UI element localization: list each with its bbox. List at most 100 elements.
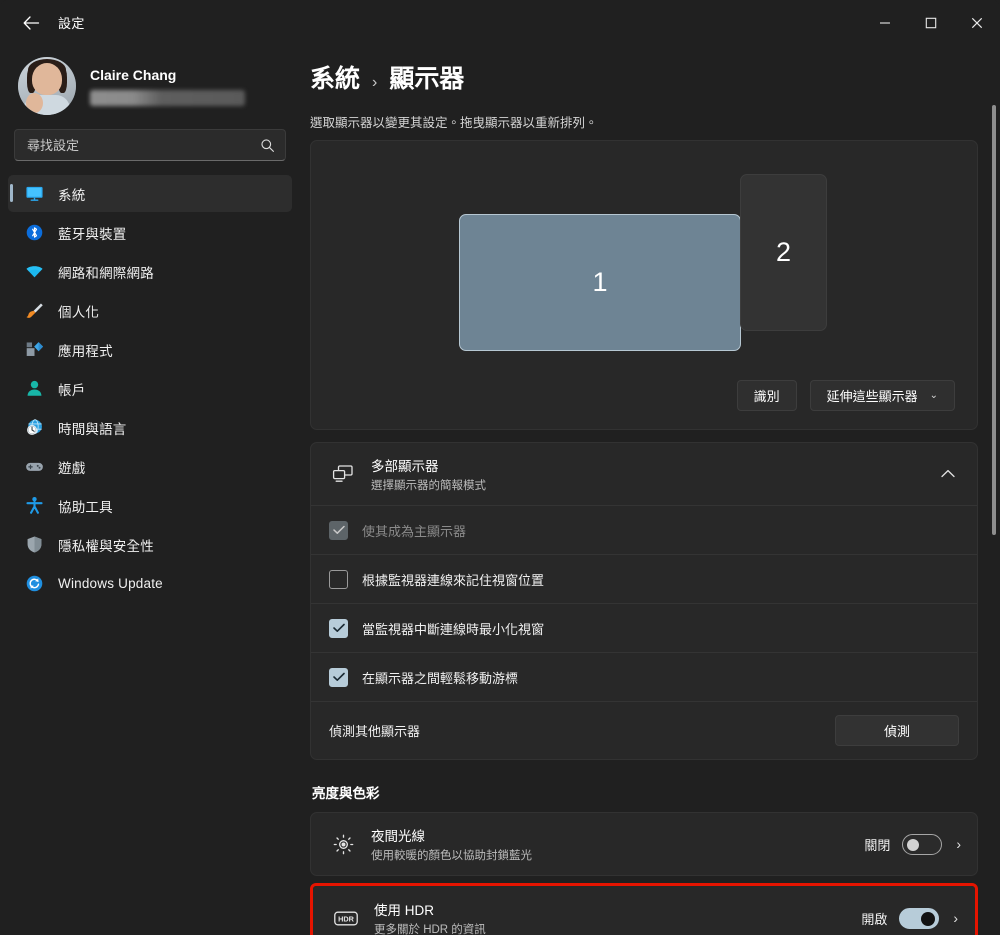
night-light-toggle[interactable] <box>902 834 942 855</box>
close-button[interactable] <box>954 0 1000 45</box>
title-bar: 設定 <box>0 0 1000 45</box>
monitor-1[interactable]: 1 <box>459 214 741 351</box>
detect-other-displays-label: 偵測其他顯示器 <box>329 721 420 740</box>
apps-icon <box>24 340 44 360</box>
sidebar-item-time-language[interactable]: 時間與語言 <box>8 409 292 446</box>
checkbox-label: 當監視器中斷連線時最小化視窗 <box>362 619 544 638</box>
sidebar-item-bluetooth-devices[interactable]: 藍牙與裝置 <box>8 214 292 251</box>
clock-globe-icon <box>24 418 44 438</box>
system-monitor-icon <box>24 184 44 204</box>
checkbox-row-minimize-on-disconnect[interactable]: 當監視器中斷連線時最小化視窗 <box>311 603 977 652</box>
checkbox-make-main-display <box>329 521 348 540</box>
update-refresh-icon <box>24 574 44 594</box>
shield-icon <box>24 535 44 555</box>
search-icon <box>260 138 275 153</box>
night-light-card: 夜間光線 使用較暖的顏色以協助封鎖藍光 關閉 › <box>310 812 978 876</box>
sidebar-item-gaming[interactable]: 遊戲 <box>8 448 292 485</box>
sidebar-item-network-internet[interactable]: 網路和網際網路 <box>8 253 292 290</box>
display-arrangement-canvas[interactable]: 1 2 識別 延伸這些顯示器 ⌄ <box>310 140 978 430</box>
sidebar-item-apps[interactable]: 應用程式 <box>8 331 292 368</box>
sidebar-item-label: Windows Update <box>58 576 163 591</box>
page-title: 顯示器 <box>389 59 464 95</box>
sidebar: Claire Chang <box>0 45 300 935</box>
sidebar-item-windows-update[interactable]: Windows Update <box>8 565 292 602</box>
sidebar-item-label: 系統 <box>58 184 85 204</box>
sidebar-item-label: 協助工具 <box>58 496 113 516</box>
chevron-down-icon: ⌄ <box>930 390 938 401</box>
search-input[interactable] <box>27 138 260 153</box>
multiple-displays-subtitle: 選擇顯示器的簡報模式 <box>371 477 941 493</box>
checkbox-remember-window-locations[interactable] <box>329 570 348 589</box>
checkbox-minimize-on-disconnect[interactable] <box>329 619 348 638</box>
multiple-displays-title: 多部顯示器 <box>371 455 941 475</box>
night-light-row[interactable]: 夜間光線 使用較暖的顏色以協助封鎖藍光 關閉 › <box>311 813 977 875</box>
detect-button[interactable]: 偵測 <box>835 715 959 746</box>
sidebar-item-label: 個人化 <box>58 301 99 321</box>
main-content: 系統 › 顯示器 選取顯示器以變更其設定。拖曳顯示器以重新排列。 1 2 識別 … <box>300 45 1000 935</box>
checkbox-label: 根據監視器連線來記住視窗位置 <box>362 570 544 589</box>
checkbox-label: 使其成為主顯示器 <box>362 521 466 540</box>
back-button[interactable] <box>14 8 48 38</box>
sidebar-item-label: 應用程式 <box>58 340 113 360</box>
chevron-right-icon[interactable]: › <box>956 836 961 852</box>
checkbox-ease-cursor-movement[interactable] <box>329 668 348 687</box>
brightness-color-heading: 亮度與色彩 <box>312 782 978 802</box>
accessibility-icon <box>24 496 44 516</box>
profile-email-redacted <box>90 90 245 106</box>
wifi-icon <box>24 262 44 282</box>
use-hdr-state: 開啟 <box>861 909 887 928</box>
detect-other-displays-row: 偵測其他顯示器 偵測 <box>311 701 977 759</box>
avatar <box>18 57 76 115</box>
breadcrumb: 系統 › 顯示器 <box>310 45 978 95</box>
hdr-highlight-box: HDR 使用 HDR 更多關於 HDR 的資訊 開啟 › <box>310 883 978 935</box>
sidebar-item-label: 藍牙與裝置 <box>58 223 127 243</box>
content-scrollbar[interactable] <box>992 105 996 929</box>
night-light-subtitle: 使用較暖的顏色以協助封鎖藍光 <box>371 847 864 863</box>
chevron-up-icon[interactable] <box>941 467 959 481</box>
checkbox-row-ease-cursor-movement[interactable]: 在顯示器之間輕鬆移動游標 <box>311 652 977 701</box>
use-hdr-toggle[interactable] <box>899 908 939 929</box>
settings-window: 設定 C <box>0 0 1000 935</box>
checkbox-row-make-main-display[interactable]: 使其成為主顯示器 <box>311 505 977 554</box>
identify-button[interactable]: 識別 <box>737 380 797 411</box>
sidebar-item-accounts[interactable]: 帳戶 <box>8 370 292 407</box>
account-person-icon <box>24 379 44 399</box>
search-container <box>0 119 300 173</box>
arrangement-buttons: 識別 延伸這些顯示器 ⌄ <box>737 380 955 411</box>
paintbrush-icon <box>24 301 44 321</box>
minimize-button[interactable] <box>862 0 908 45</box>
page-subtitle: 選取顯示器以變更其設定。拖曳顯示器以重新排列。 <box>310 112 978 131</box>
multiple-displays-header[interactable]: 多部顯示器 選擇顯示器的簡報模式 <box>311 443 977 505</box>
sidebar-item-system[interactable]: 系統 <box>8 175 292 212</box>
maximize-button[interactable] <box>908 0 954 45</box>
sidebar-item-personalization[interactable]: 個人化 <box>8 292 292 329</box>
gamepad-icon <box>24 457 44 477</box>
sidebar-item-privacy-security[interactable]: 隱私權與安全性 <box>8 526 292 563</box>
monitor-2[interactable]: 2 <box>740 174 827 331</box>
use-hdr-card: HDR 使用 HDR 更多關於 HDR 的資訊 開啟 › <box>313 886 975 935</box>
search-box[interactable] <box>14 129 286 161</box>
sidebar-item-label: 時間與語言 <box>58 418 127 438</box>
profile-name: Claire Chang <box>90 67 245 83</box>
sidebar-item-label: 網路和網際網路 <box>58 262 154 282</box>
multiple-displays-card: 多部顯示器 選擇顯示器的簡報模式 使其成為主顯示器 根據監視器連線來記住視窗 <box>310 442 978 760</box>
sidebar-item-accessibility[interactable]: 協助工具 <box>8 487 292 524</box>
hdr-icon: HDR <box>332 910 360 927</box>
sidebar-nav: 系統 藍牙與裝置 <box>0 173 300 602</box>
bluetooth-icon <box>24 223 44 243</box>
breadcrumb-root[interactable]: 系統 <box>310 59 360 95</box>
chevron-right-icon[interactable]: › <box>953 910 958 926</box>
night-light-state: 關閉 <box>864 835 890 854</box>
sun-night-light-icon <box>329 834 357 855</box>
checkbox-row-remember-window-locations[interactable]: 根據監視器連線來記住視窗位置 <box>311 554 977 603</box>
sidebar-item-label: 隱私權與安全性 <box>58 535 154 555</box>
profile-block[interactable]: Claire Chang <box>0 45 300 119</box>
svg-text:HDR: HDR <box>338 914 355 923</box>
scrollbar-thumb[interactable] <box>992 105 996 535</box>
breadcrumb-separator: › <box>372 74 377 92</box>
window-title: 設定 <box>58 13 85 32</box>
use-hdr-row[interactable]: HDR 使用 HDR 更多關於 HDR 的資訊 開啟 › <box>314 887 974 935</box>
multi-display-icon <box>329 464 357 484</box>
display-mode-dropdown[interactable]: 延伸這些顯示器 ⌄ <box>810 380 955 411</box>
use-hdr-title: 使用 HDR <box>374 899 861 919</box>
